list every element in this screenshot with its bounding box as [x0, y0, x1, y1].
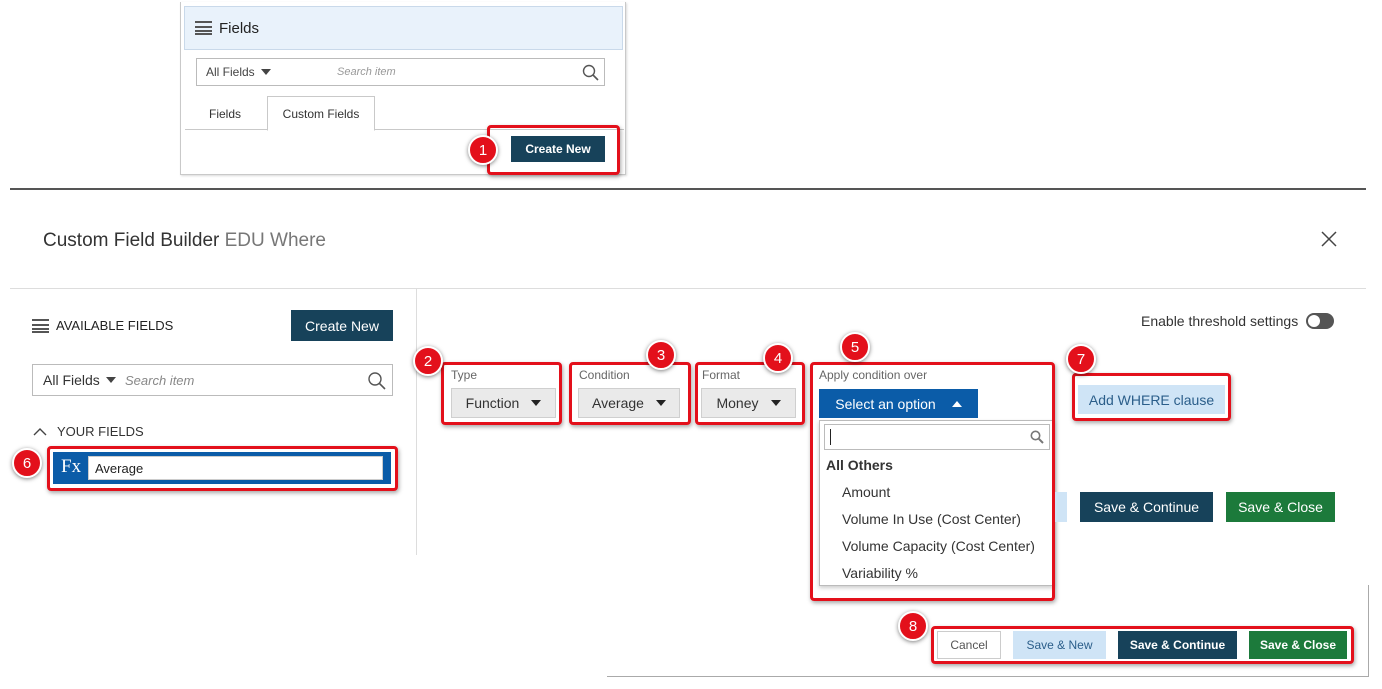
badge-7: 7	[1066, 344, 1096, 374]
inner-save-close-button[interactable]: Save & Close	[1226, 492, 1335, 522]
badge-8: 8	[898, 611, 928, 641]
highlight-type	[441, 362, 562, 425]
badge-6: 6	[12, 448, 42, 478]
highlight-footer	[931, 626, 1354, 664]
highlight-condition	[569, 362, 691, 425]
inner-save-continue-button[interactable]: Save & Continue	[1080, 492, 1213, 522]
chevron-down-icon	[260, 69, 271, 75]
your-fields-section[interactable]: YOUR FIELDS	[33, 424, 144, 439]
left-search-input[interactable]: Search item	[125, 373, 194, 388]
fields-panel-title: Fields	[219, 19, 260, 37]
highlight-create-new	[487, 125, 620, 175]
left-search-bar: All Fields Search item	[32, 364, 393, 396]
available-fields-label: AVAILABLE FIELDS	[56, 318, 174, 333]
list-icon	[32, 318, 49, 333]
top-search-input[interactable]: Search item	[337, 66, 396, 78]
badge-4: 4	[763, 343, 793, 373]
highlight-apply	[810, 362, 1055, 601]
fields-panel-header: Fields	[184, 6, 623, 50]
your-fields-label: YOUR FIELDS	[57, 424, 144, 439]
list-icon	[195, 21, 212, 35]
badge-3: 3	[646, 340, 676, 370]
threshold-toggle[interactable]	[1306, 313, 1334, 329]
highlight-format	[695, 362, 805, 425]
badge-1: 1	[468, 135, 498, 165]
left-filter-label: All Fields	[43, 372, 100, 388]
tab-custom-fields[interactable]: Custom Fields	[267, 96, 375, 131]
threshold-label: Enable threshold settings	[1141, 313, 1299, 329]
search-icon[interactable]	[367, 371, 387, 391]
top-search-bar: All Fields Search item	[196, 58, 605, 86]
close-icon[interactable]	[1321, 231, 1337, 247]
chevron-down-icon	[105, 377, 116, 383]
builder-header-border	[10, 288, 1366, 289]
badge-2: 2	[413, 346, 443, 376]
top-filter-dropdown[interactable]: All Fields	[197, 65, 337, 79]
available-fields-heading: AVAILABLE FIELDS	[32, 318, 173, 333]
builder-subtitle: EDU Where	[224, 230, 326, 251]
left-panel-border	[416, 289, 417, 555]
save-new-button-partial[interactable]	[1055, 492, 1067, 522]
left-create-new-button[interactable]: Create New	[291, 310, 393, 341]
left-filter-dropdown[interactable]: All Fields	[33, 372, 125, 388]
section-divider	[10, 188, 1366, 190]
tab-fields[interactable]: Fields	[185, 96, 265, 131]
highlight-where	[1072, 373, 1231, 421]
badge-5: 5	[840, 332, 870, 362]
chevron-up-icon	[33, 427, 47, 435]
builder-title-text: Custom Field Builder	[43, 230, 220, 251]
top-filter-label: All Fields	[206, 65, 255, 79]
highlight-field-item	[47, 446, 398, 491]
builder-title: Custom Field Builder EDU Where	[43, 230, 326, 252]
search-icon[interactable]	[582, 64, 600, 82]
